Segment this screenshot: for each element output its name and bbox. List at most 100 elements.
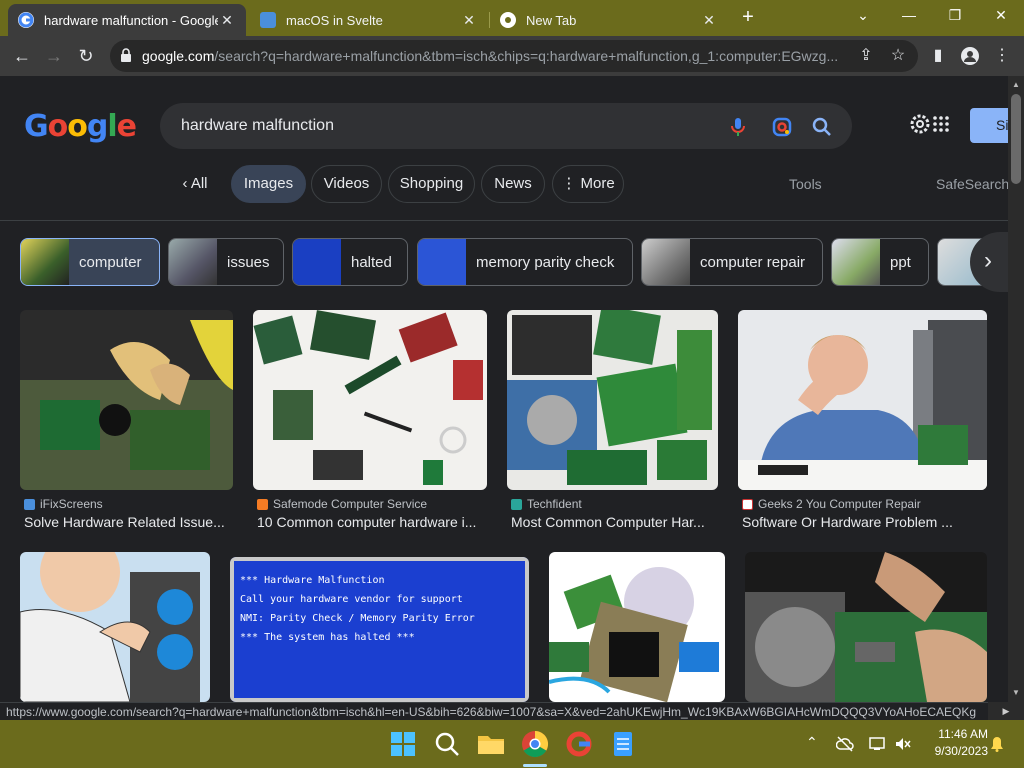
- scroll-up-icon[interactable]: ▲: [1008, 80, 1024, 89]
- address-bar[interactable]: google.com/search?q=hardware+malfunction…: [110, 40, 918, 72]
- filter-images[interactable]: Images: [231, 165, 306, 203]
- forward-arrow-icon[interactable]: →: [40, 42, 68, 70]
- clock-time: 11:46 AM: [938, 727, 988, 741]
- notification-bell-icon[interactable]: [990, 736, 1004, 752]
- site-favicon: [24, 498, 35, 510]
- google-apps-icon[interactable]: [933, 116, 949, 132]
- tools-button[interactable]: Tools: [789, 176, 822, 192]
- search-results-page: Google hardware malfunction Si ‹ All Ima…: [0, 76, 1008, 702]
- url-text[interactable]: google.com/search?q=hardware+malfunction…: [142, 48, 842, 64]
- volume-muted-icon[interactable]: [894, 736, 912, 752]
- result-title[interactable]: Most Common Computer Har...: [511, 514, 714, 530]
- restore-button[interactable]: ❐: [932, 0, 978, 32]
- site-favicon: [257, 498, 268, 510]
- result-image[interactable]: [253, 310, 487, 490]
- notepad-icon[interactable]: [607, 728, 639, 760]
- tab-title: hardware malfunction - Google S: [44, 12, 218, 28]
- result-image[interactable]: [549, 552, 725, 702]
- browser-tab-strip: hardware malfunction - Google S ✕ macOS …: [0, 0, 1024, 36]
- chip-computer-repair[interactable]: computer repair: [641, 238, 823, 286]
- cloud-icon[interactable]: [836, 736, 854, 752]
- tab-hardware-malfunction[interactable]: hardware malfunction - Google S ✕: [8, 4, 246, 36]
- result-image[interactable]: [20, 552, 210, 702]
- chip-thumbnail: [169, 239, 217, 285]
- scroll-down-icon[interactable]: ▼: [1008, 688, 1024, 697]
- windows-start-icon[interactable]: [387, 728, 419, 760]
- vertical-scrollbar[interactable]: ▲ ▼: [1008, 76, 1024, 702]
- chip-ppt[interactable]: ppt: [831, 238, 929, 286]
- result-title[interactable]: 10 Common computer hardware i...: [257, 514, 483, 530]
- safesearch-button[interactable]: SafeSearch: [936, 176, 1008, 192]
- result-title[interactable]: Solve Hardware Related Issue...: [24, 514, 229, 530]
- tab-macos-in-svelte[interactable]: macOS in Svelte ✕: [250, 4, 488, 36]
- close-window-button[interactable]: ✕: [978, 0, 1024, 32]
- svelte-favicon: [260, 12, 276, 28]
- bsod-screen: *** Hardware Malfunction Call your hardw…: [230, 557, 529, 702]
- sign-in-button[interactable]: Si: [970, 108, 1008, 143]
- settings-gear-icon[interactable]: [909, 113, 931, 135]
- google-taskbar-icon[interactable]: [563, 728, 595, 760]
- scroll-right-icon[interactable]: ▶: [988, 702, 1024, 720]
- result-image[interactable]: [738, 310, 987, 490]
- reload-icon[interactable]: ↻: [72, 42, 100, 70]
- chip-halted[interactable]: halted: [292, 238, 408, 286]
- search-icon[interactable]: [810, 115, 834, 139]
- google-logo[interactable]: Google: [24, 109, 137, 144]
- result-source[interactable]: Safemode Computer Service: [257, 497, 427, 511]
- windows-taskbar: ⌃ 11:46 AM 9/30/2023: [0, 720, 1024, 768]
- result-source[interactable]: Geeks 2 You Computer Repair: [742, 497, 921, 511]
- search-box[interactable]: hardware malfunction: [160, 103, 852, 149]
- result-image[interactable]: [507, 310, 718, 490]
- filter-videos[interactable]: Videos: [311, 165, 382, 203]
- profile-icon[interactable]: [956, 42, 984, 70]
- tab-search-icon[interactable]: ⌄: [840, 0, 886, 32]
- back-arrow-icon[interactable]: ←: [8, 42, 36, 70]
- bookmark-star-icon[interactable]: ☆: [884, 42, 912, 70]
- chip-thumbnail: [832, 239, 880, 285]
- chip-computer[interactable]: computer: [20, 238, 160, 286]
- browser-menu-icon[interactable]: ⋮: [988, 42, 1016, 70]
- tab-title: macOS in Svelte: [286, 12, 383, 28]
- search-input[interactable]: hardware malfunction: [181, 117, 334, 135]
- google-lens-icon[interactable]: [770, 115, 794, 139]
- scrollbar-thumb[interactable]: [1011, 94, 1021, 184]
- microphone-icon[interactable]: [726, 115, 750, 139]
- site-favicon: [742, 498, 753, 510]
- search-filter-bar: ‹ All Images Videos Shopping News ⋮ More…: [0, 165, 1008, 205]
- chip-memory-parity-check[interactable]: memory parity check: [417, 238, 633, 286]
- tab-new-tab[interactable]: New Tab ✕: [490, 4, 728, 36]
- file-explorer-icon[interactable]: [475, 728, 507, 760]
- clock-date: 9/30/2023: [934, 744, 988, 758]
- filter-more[interactable]: ⋮ More: [552, 165, 624, 203]
- close-tab-icon[interactable]: ✕: [218, 12, 236, 29]
- new-tab-button[interactable]: +: [738, 4, 758, 32]
- close-tab-icon[interactable]: ✕: [700, 12, 718, 29]
- chrome-taskbar-icon[interactable]: [519, 728, 551, 760]
- result-source[interactable]: iFixScreens: [24, 497, 103, 511]
- chevron-left-icon: ‹: [182, 175, 191, 192]
- lock-icon[interactable]: [120, 48, 132, 62]
- chip-issues[interactable]: issues: [168, 238, 284, 286]
- close-tab-icon[interactable]: ✕: [460, 12, 478, 29]
- chip-thumbnail: [21, 239, 69, 285]
- network-icon[interactable]: [868, 736, 886, 752]
- bsod-line: *** The system has halted ***: [240, 632, 415, 643]
- result-image[interactable]: *** Hardware Malfunction Call your hardw…: [230, 557, 529, 702]
- filter-news[interactable]: News: [481, 165, 545, 203]
- share-icon[interactable]: ⇪: [852, 42, 880, 70]
- minimize-button[interactable]: —: [886, 0, 932, 32]
- result-image[interactable]: [745, 552, 987, 702]
- site-favicon: [511, 498, 522, 510]
- result-source[interactable]: Techfident: [511, 497, 582, 511]
- chip-thumbnail: [642, 239, 690, 285]
- taskbar-search-icon[interactable]: [431, 728, 463, 760]
- result-image[interactable]: [20, 310, 233, 490]
- chrome-favicon: [500, 12, 516, 28]
- browser-toolbar: ← → ↻ google.com/search?q=hardware+malfu…: [0, 36, 1024, 76]
- side-panel-icon[interactable]: ▮: [924, 42, 952, 70]
- filter-shopping[interactable]: Shopping: [388, 165, 475, 203]
- system-clock[interactable]: 11:46 AM 9/30/2023: [918, 726, 988, 760]
- show-hidden-icons-chevron-icon[interactable]: ⌃: [806, 734, 818, 751]
- result-title[interactable]: Software Or Hardware Problem ...: [742, 514, 983, 530]
- filter-all[interactable]: ‹ All: [168, 165, 222, 203]
